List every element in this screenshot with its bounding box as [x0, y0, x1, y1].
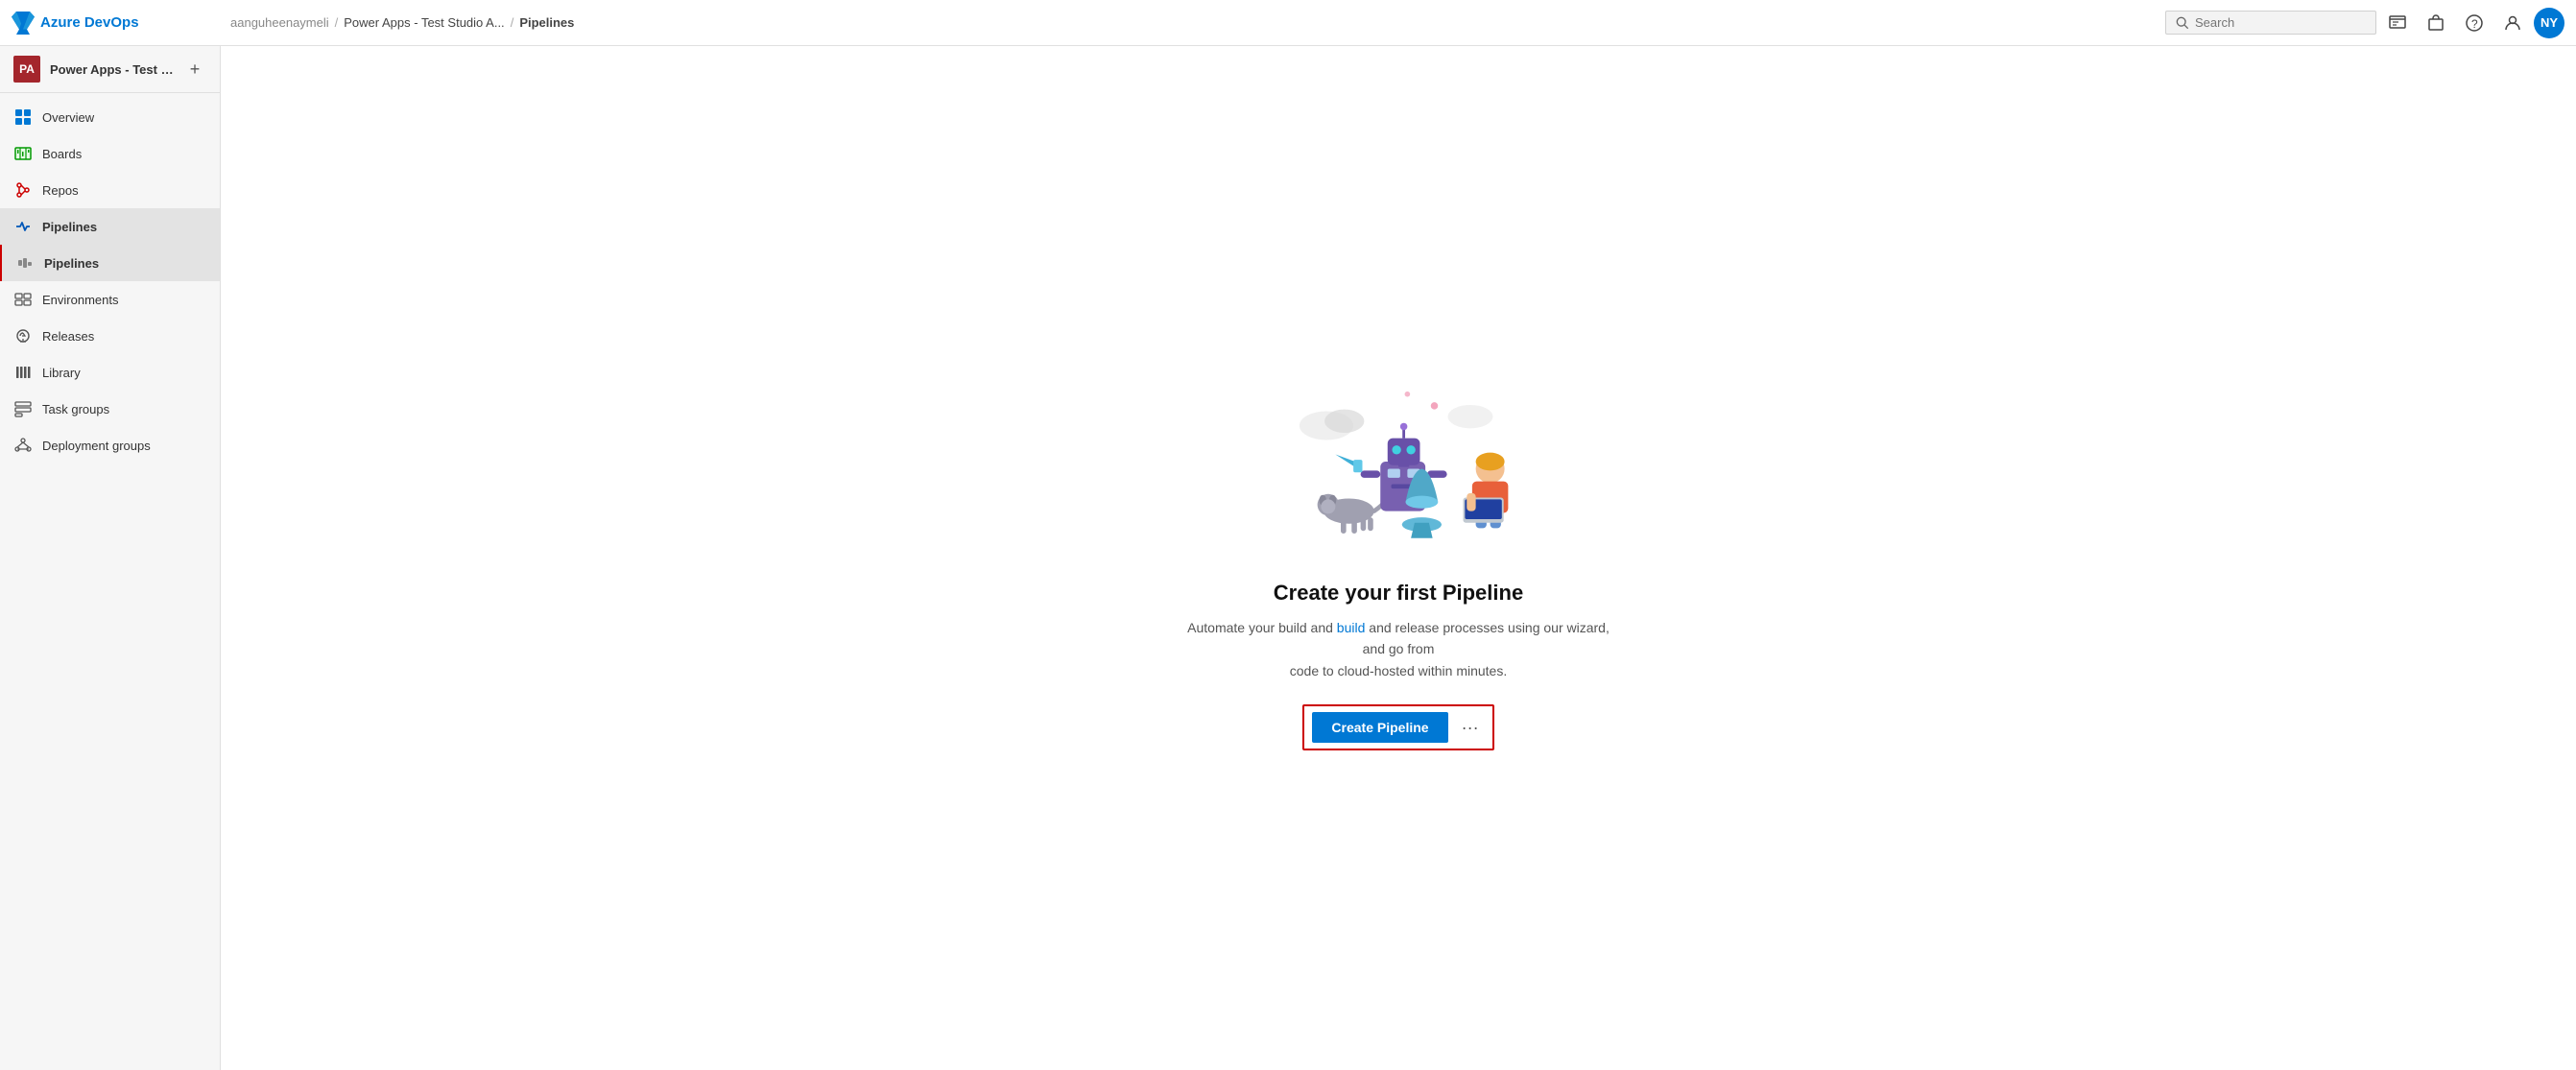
nav-right: ? NY	[2165, 6, 2564, 40]
user-avatar[interactable]: NY	[2534, 8, 2564, 38]
empty-state-illustration	[1254, 366, 1542, 558]
sidebar-item-overview[interactable]: Overview	[0, 99, 220, 135]
main-content: Create your first Pipeline Automate your…	[221, 46, 2576, 1070]
repos-icon	[13, 180, 33, 200]
breadcrumb-org: aanguheenaymeli	[230, 15, 329, 30]
help-icon[interactable]: ?	[2457, 6, 2492, 40]
sidebar-project: PA Power Apps - Test Stud... +	[0, 46, 220, 93]
app-name: Azure DevOps	[40, 14, 139, 31]
sidebar-item-environments[interactable]: Environments	[0, 281, 220, 318]
sidebar-item-deployment-groups-label: Deployment groups	[42, 439, 151, 453]
sidebar-item-library[interactable]: Library	[0, 354, 220, 391]
sidebar-item-overview-label: Overview	[42, 110, 94, 125]
notifications-icon[interactable]	[2380, 6, 2415, 40]
breadcrumb-project: Power Apps - Test Studio A...	[344, 15, 504, 30]
pipelines-header-icon	[13, 217, 33, 236]
azure-devops-logo[interactable]: Azure DevOps	[12, 12, 223, 35]
sidebar-item-repos-label: Repos	[42, 183, 79, 198]
overview-icon	[13, 107, 33, 127]
search-box[interactable]	[2165, 11, 2376, 35]
sidebar-item-library-label: Library	[42, 366, 81, 380]
taskgroups-icon	[13, 399, 33, 418]
sidebar-item-task-groups[interactable]: Task groups	[0, 391, 220, 427]
sidebar-item-deployment-groups[interactable]: Deployment groups	[0, 427, 220, 464]
create-pipeline-button[interactable]: Create Pipeline	[1312, 712, 1447, 743]
sidebar-nav: Overview Boards	[0, 93, 220, 469]
top-nav: Azure DevOps aanguheenaymeli / Power App…	[0, 0, 2576, 46]
svg-text:?: ?	[2471, 17, 2478, 31]
more-options-button[interactable]: ···	[1456, 714, 1485, 742]
deploymentgroups-icon	[13, 436, 33, 455]
sidebar-item-boards[interactable]: Boards	[0, 135, 220, 172]
sidebar: PA Power Apps - Test Stud... + Overview	[0, 46, 221, 1070]
search-input[interactable]	[2195, 15, 2366, 30]
empty-state: Create your first Pipeline Automate your…	[1168, 327, 1629, 789]
sidebar-item-environments-label: Environments	[42, 293, 118, 307]
main-layout: PA Power Apps - Test Stud... + Overview	[0, 46, 2576, 1070]
sidebar-item-repos[interactable]: Repos	[0, 172, 220, 208]
breadcrumb: aanguheenaymeli / Power Apps - Test Stud…	[230, 15, 2158, 30]
sidebar-item-releases-label: Releases	[42, 329, 94, 344]
empty-state-title: Create your first Pipeline	[1274, 581, 1523, 606]
sidebar-project-name: Power Apps - Test Stud...	[50, 62, 174, 77]
build-link[interactable]: build	[1337, 620, 1366, 635]
create-pipeline-btn-area: Create Pipeline ···	[1302, 704, 1493, 750]
project-avatar: PA	[13, 56, 40, 83]
search-icon	[2176, 16, 2189, 30]
sidebar-item-pipelines-label: Pipelines	[44, 256, 99, 271]
breadcrumb-current: Pipelines	[519, 15, 574, 30]
sidebar-item-pipelines-header-label: Pipelines	[42, 220, 97, 234]
breadcrumb-sep1: /	[335, 15, 339, 30]
sidebar-item-task-groups-label: Task groups	[42, 402, 109, 416]
sidebar-item-boards-label: Boards	[42, 147, 82, 161]
breadcrumb-sep2: /	[511, 15, 514, 30]
releases-icon	[13, 326, 33, 345]
azure-logo-icon	[12, 12, 35, 35]
environments-icon	[13, 290, 33, 309]
sidebar-item-pipelines[interactable]: Pipelines	[0, 245, 220, 281]
sidebar-item-pipelines-header[interactable]: Pipelines	[0, 208, 220, 245]
library-icon	[13, 363, 33, 382]
boards-icon	[13, 144, 33, 163]
pipelines-sub-icon	[15, 253, 35, 273]
sidebar-item-releases[interactable]: Releases	[0, 318, 220, 354]
user-settings-icon[interactable]	[2495, 6, 2530, 40]
shopping-bag-icon[interactable]	[2419, 6, 2453, 40]
empty-state-description: Automate your build and build and releas…	[1187, 617, 1610, 681]
add-project-button[interactable]: +	[183, 58, 206, 81]
